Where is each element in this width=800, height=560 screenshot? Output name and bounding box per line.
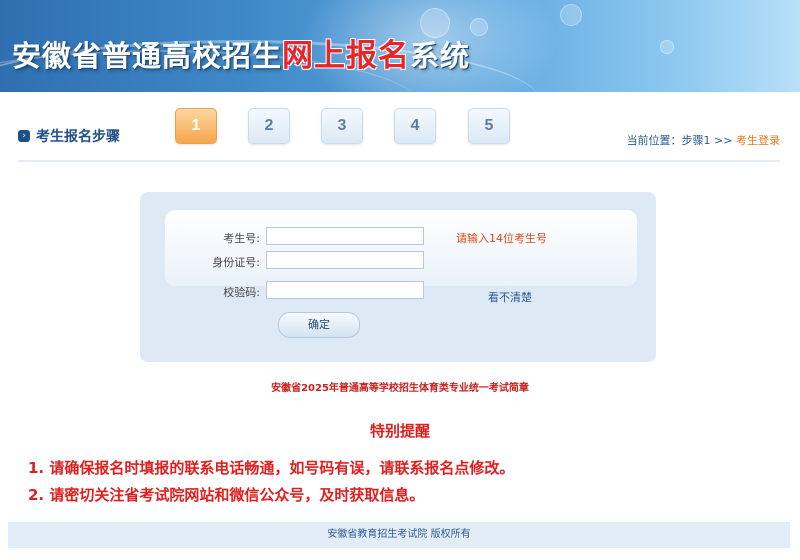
step-1: 1 [175,108,217,144]
exam-no-hint: 请输入14位考生号 [456,232,547,245]
notice-line-1: 1. 请确保报名时填报的联系电话畅通，如号码有误，请联系报名点修改。 [28,459,515,477]
step-2: 2 [248,108,290,144]
footer-copyright: 安徽省教育招生考试院 版权所有 [8,522,790,548]
step-3: 3 [321,108,363,144]
captcha-refresh-link[interactable]: 看不清楚 [488,289,532,305]
divider [18,160,780,162]
site-title: 安徽省普通高校招生网上报名系统 [12,38,471,74]
id-number-input[interactable] [266,251,424,269]
special-notice-title: 特别提醒 [369,422,430,440]
login-form: 考生号: 请输入14位考生号 身份证号: 校验码: 看不清楚 确定 [140,192,656,362]
id-number-label: 身份证号: [212,256,260,269]
breadcrumb: 当前位置：步骤1 >> 考生登录 [626,134,780,147]
step-5: 5 [468,108,510,144]
captcha-input[interactable] [266,281,424,299]
steps-heading: › 考生报名步骤 [18,126,120,146]
exam-no-label: 考生号: [223,232,260,245]
header-banner: 安徽省普通高校招生网上报名系统 [0,0,800,92]
submit-button[interactable]: 确定 [278,312,360,338]
chevron-right-icon: › [18,130,30,142]
captcha-label: 校验码: [223,286,260,299]
exam-no-input[interactable] [266,227,424,245]
exam-brochure-link[interactable]: 安徽省2025年普通高等学校招生体育类专业统一考试简章 [0,379,800,394]
step-4: 4 [394,108,436,144]
notice-line-2: 2. 请密切关注省考试院网站和微信公众号，及时获取信息。 [28,486,425,504]
